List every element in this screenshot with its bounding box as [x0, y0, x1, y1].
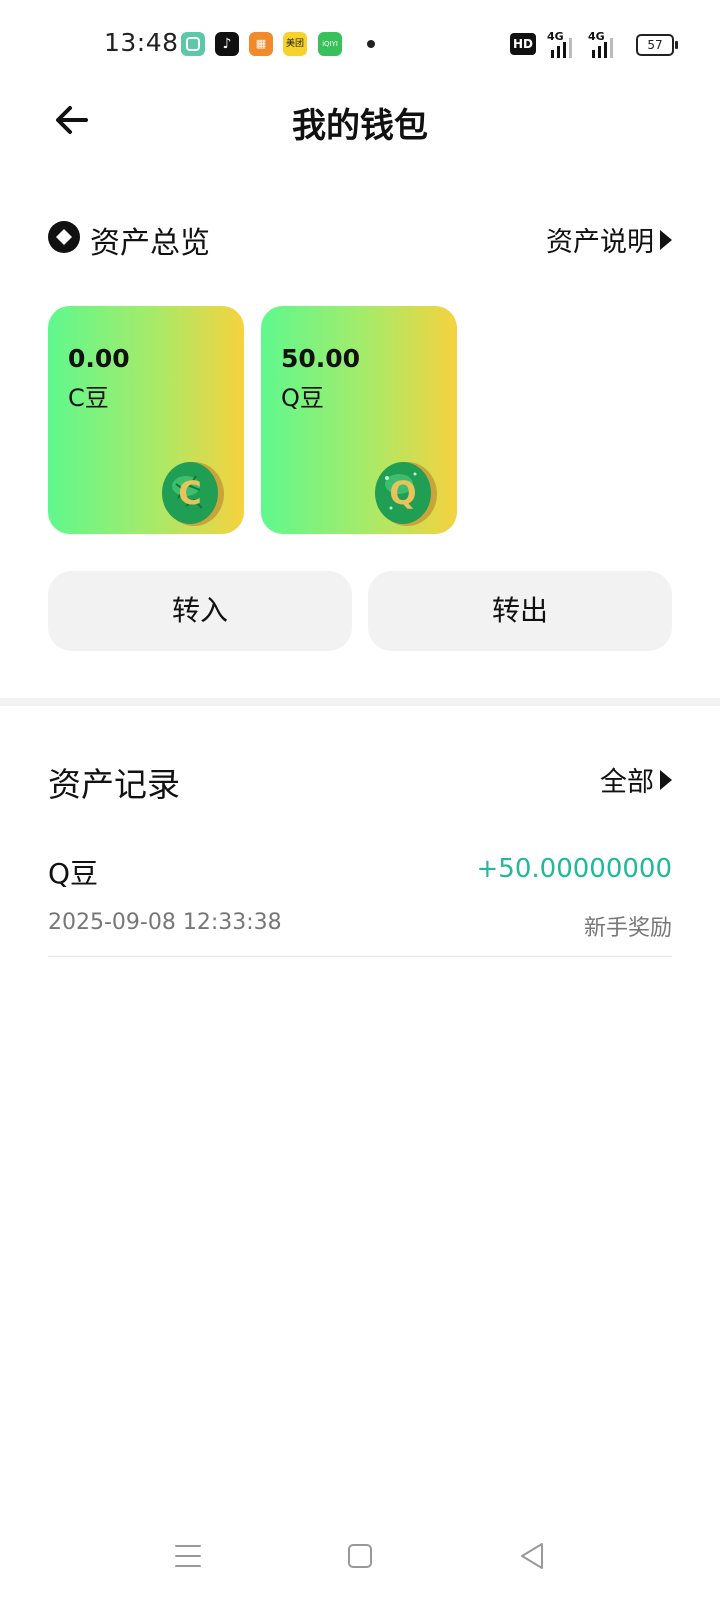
records-filter-link[interactable]: 全部 [600, 760, 672, 799]
list-item[interactable]: Q豆 +50.00000000 2025-09-08 12:33:38 新手奖励 [48, 848, 672, 957]
diamond-badge-icon [48, 221, 80, 253]
back-nav-button[interactable] [512, 1536, 552, 1576]
status-time: 13:48 [104, 28, 179, 57]
notification-dot-icon [367, 40, 375, 48]
q-bean-unit: Q豆 [281, 384, 324, 412]
overview-title: 资产总览 [90, 226, 210, 261]
transfer-in-button[interactable]: 转入 [48, 571, 352, 651]
asset-explain-link[interactable]: 资产说明 [546, 220, 672, 259]
records-filter-label: 全部 [600, 767, 654, 798]
triangle-back-icon [521, 1543, 543, 1569]
q-coin-icon: Q [375, 462, 437, 526]
signal-icon-1: 4G [547, 30, 579, 58]
c-bean-amount: 0.00 [68, 344, 130, 373]
square-home-icon [348, 1544, 372, 1568]
asset-explain-label: 资产说明 [546, 227, 654, 258]
svg-text:C: C [178, 474, 201, 512]
status-bar: 13:48 ♪ ▦ 美团 iQIYI HD 4G 4G 57 [0, 0, 720, 90]
q-bean-amount: 50.00 [281, 344, 361, 373]
record-asset-name: Q豆 [48, 857, 99, 890]
q-bean-card[interactable]: 50.00 Q豆 Q [261, 306, 457, 534]
hd-icon: HD [510, 33, 536, 55]
overview-header: 资产总览 资产说明 [48, 218, 672, 261]
c-coin-icon: C [162, 462, 224, 526]
svg-text:Q: Q [389, 474, 416, 512]
app-green-icon [181, 32, 205, 56]
signal-icon-2: 4G [588, 30, 620, 58]
caret-right-icon [660, 229, 672, 250]
transfer-out-button[interactable]: 转出 [368, 571, 672, 651]
menu-lines-icon [175, 1545, 201, 1567]
page-title: 我的钱包 [292, 106, 428, 146]
record-amount: +50.00000000 [476, 854, 672, 884]
c-bean-card[interactable]: 0.00 C豆 C [48, 306, 244, 534]
app-orange-icon: ▦ [249, 32, 273, 56]
recent-apps-button[interactable] [168, 1536, 208, 1576]
home-button[interactable] [340, 1536, 380, 1576]
iqiyi-icon: iQIYI [318, 32, 342, 56]
record-timestamp: 2025-09-08 12:33:38 [48, 910, 282, 935]
meituan-icon: 美团 [283, 32, 307, 56]
battery-icon: 57 [636, 34, 678, 56]
record-note: 新手奖励 [583, 916, 672, 941]
douyin-icon: ♪ [215, 32, 239, 56]
caret-right-icon [660, 769, 672, 790]
c-bean-unit: C豆 [68, 384, 109, 412]
records-title: 资产记录 [48, 765, 180, 804]
records-header: 资产记录 全部 [48, 758, 672, 804]
section-divider [0, 698, 720, 706]
